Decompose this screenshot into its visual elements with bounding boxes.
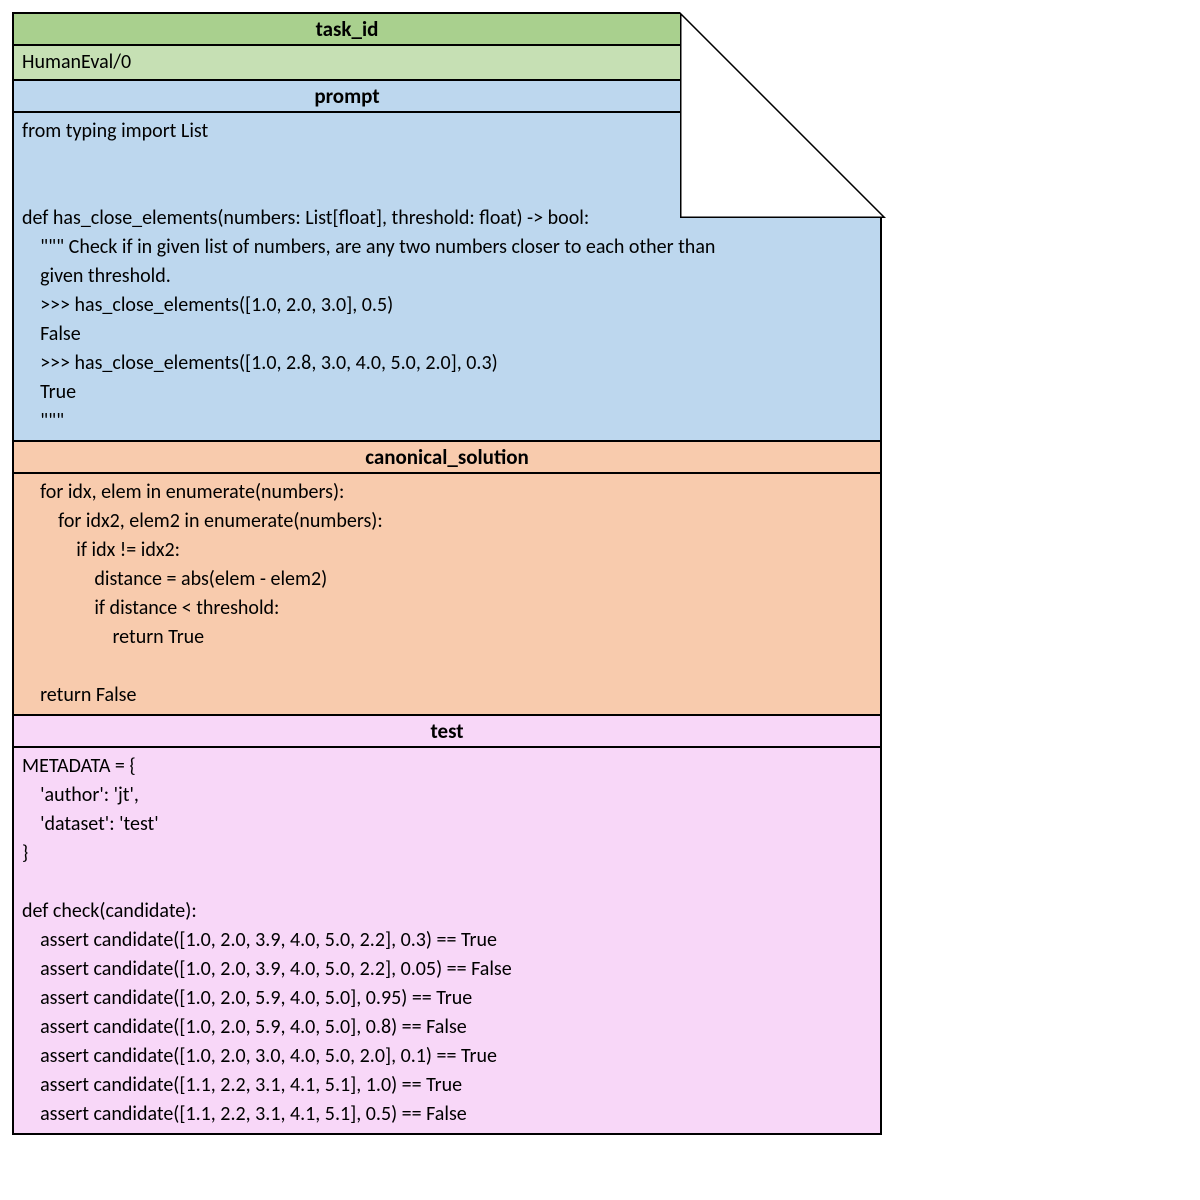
- document-card: task_id HumanEval/0 prompt from typing i…: [12, 12, 882, 1135]
- canonical-solution-header: canonical_solution: [14, 442, 880, 474]
- prompt-section: prompt from typing import List def has_c…: [12, 79, 882, 440]
- prompt-header: prompt: [14, 81, 682, 113]
- test-section: test METADATA = { 'author': 'jt', 'datas…: [12, 714, 882, 1135]
- task-id-section: task_id HumanEval/0: [12, 12, 682, 79]
- task-id-value: HumanEval/0: [14, 46, 680, 79]
- test-header: test: [14, 716, 880, 748]
- task-id-header: task_id: [14, 14, 680, 46]
- test-code: METADATA = { 'author': 'jt', 'dataset': …: [14, 748, 880, 1133]
- canonical-solution-section: canonical_solution for idx, elem in enum…: [12, 440, 882, 714]
- canonical-solution-code: for idx, elem in enumerate(numbers): for…: [14, 474, 880, 714]
- prompt-code: from typing import List def has_close_el…: [14, 113, 880, 440]
